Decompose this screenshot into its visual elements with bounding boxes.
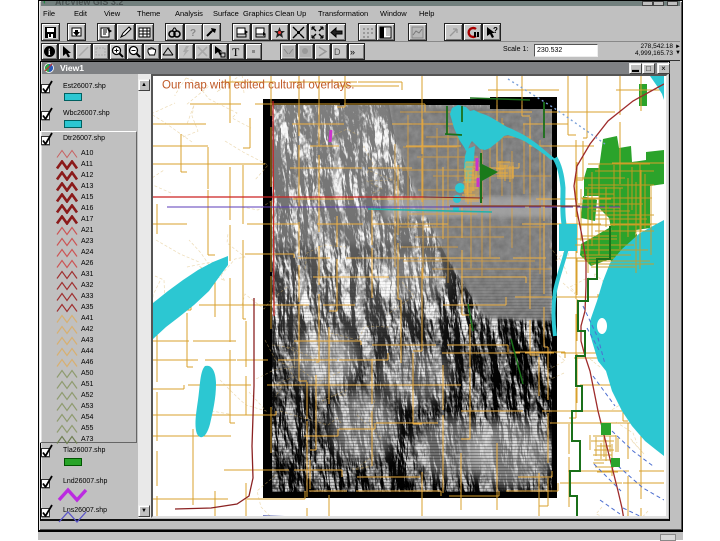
svg-text:Our map with edited cultural o: Our map with edited cultural overlays. (162, 80, 354, 92)
svg-text:D: D (334, 47, 341, 57)
svg-text:T: T (232, 45, 240, 58)
svg-text:?: ? (493, 26, 498, 35)
svg-text:?: ? (190, 28, 196, 39)
svg-text:»: » (350, 47, 355, 57)
